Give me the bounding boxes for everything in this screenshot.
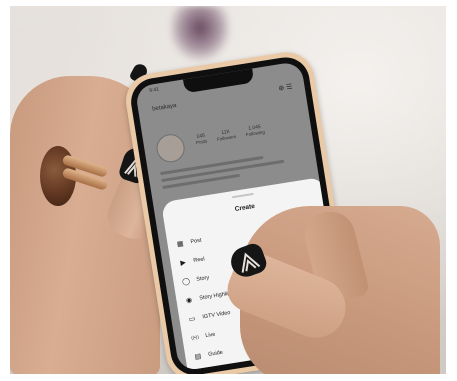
photo: 9:41 betakaya ⊕ ☰ 245 Posts 11K Follower… (10, 6, 446, 374)
phone-notch (182, 68, 255, 94)
menu-item-label: Guide (207, 349, 224, 358)
menu-item-label: Story (195, 274, 210, 283)
stat-label: Followers (216, 133, 237, 142)
profile-username[interactable]: betakaya (152, 103, 177, 113)
guide-icon: ▤ (194, 352, 202, 361)
stat-following[interactable]: 1,045 Following (245, 123, 266, 137)
menu-item-label: Live (204, 331, 216, 339)
story-icon: ◯ (181, 277, 191, 286)
status-time: 9:41 (148, 86, 160, 94)
avatar[interactable] (154, 132, 187, 165)
post-grid-icon: ▦ (176, 239, 184, 248)
menu-icon[interactable]: ☰ (286, 83, 293, 91)
stat-label: Posts (195, 138, 208, 146)
sheet-drag-handle[interactable] (231, 192, 254, 199)
stat-posts[interactable]: 245 Posts (195, 133, 208, 146)
profile-stats: 245 Posts 11K Followers 1,045 Following (195, 123, 265, 145)
story-highlight-icon: ◉ (185, 296, 193, 305)
live-icon: ((•)) (190, 334, 200, 341)
igtv-icon: ▭ (188, 315, 196, 323)
menu-item-label: Reel (192, 255, 206, 264)
add-icon[interactable]: ⊕ (278, 85, 285, 93)
header-icons: ⊕ ☰ (278, 82, 293, 92)
reel-icon: ▶ (179, 258, 187, 267)
menu-item-label: IGTV Video (201, 309, 231, 320)
stat-followers[interactable]: 11K Followers (216, 128, 237, 142)
menu-item-label: Post (189, 237, 202, 245)
background-person (170, 6, 230, 61)
